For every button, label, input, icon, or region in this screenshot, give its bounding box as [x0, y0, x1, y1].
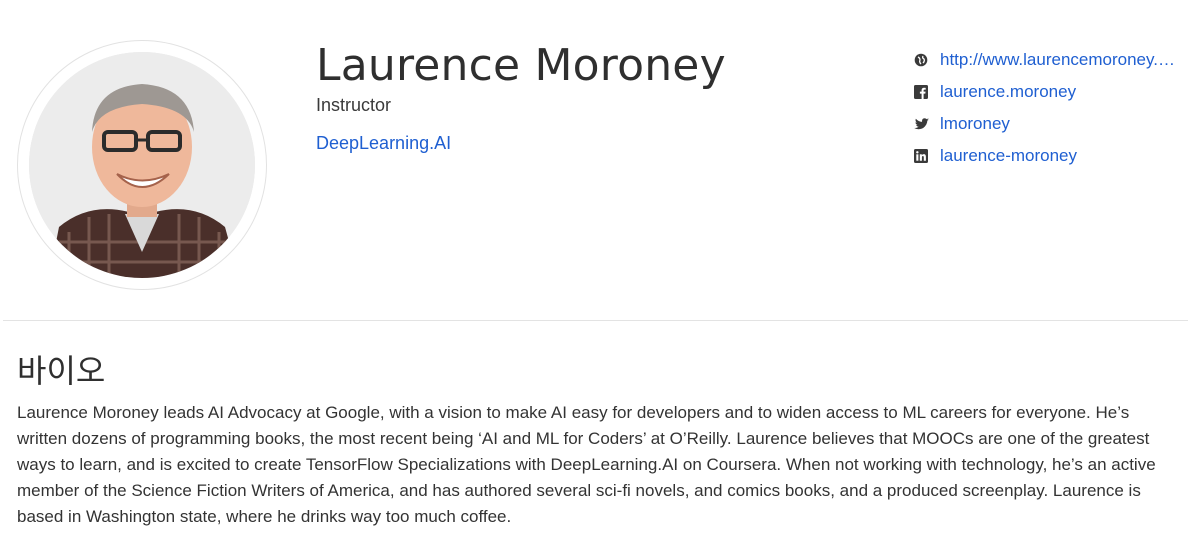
- facebook-link-row: laurence.moroney: [912, 76, 1187, 108]
- linkedin-icon: [912, 147, 930, 165]
- twitter-icon: [912, 115, 930, 133]
- avatar: [29, 52, 255, 278]
- globe-icon: [912, 51, 930, 69]
- organization-link[interactable]: DeepLearning.AI: [316, 133, 451, 154]
- website-link[interactable]: http://www.laurencemoroney.com: [940, 50, 1180, 70]
- linkedin-link[interactable]: laurence-moroney: [940, 146, 1077, 166]
- instructor-name: Laurence Moroney: [316, 40, 726, 91]
- bio-text: Laurence Moroney leads AI Advocacy at Go…: [17, 403, 1156, 526]
- instructor-role: Instructor: [316, 95, 392, 115]
- social-links: http://www.laurencemoroney.com laurence.…: [912, 44, 1187, 172]
- twitter-link-row: lmoroney: [912, 108, 1187, 140]
- bio-heading: 바이오: [17, 352, 106, 390]
- linkedin-link-row: laurence-moroney: [912, 140, 1187, 172]
- avatar-frame: [17, 40, 267, 290]
- facebook-link[interactable]: laurence.moroney: [940, 82, 1076, 102]
- website-link-row: http://www.laurencemoroney.com: [912, 44, 1187, 76]
- section-divider: [3, 320, 1188, 321]
- twitter-link[interactable]: lmoroney: [940, 114, 1010, 134]
- facebook-icon: [912, 83, 930, 101]
- avatar-illustration: [29, 52, 255, 278]
